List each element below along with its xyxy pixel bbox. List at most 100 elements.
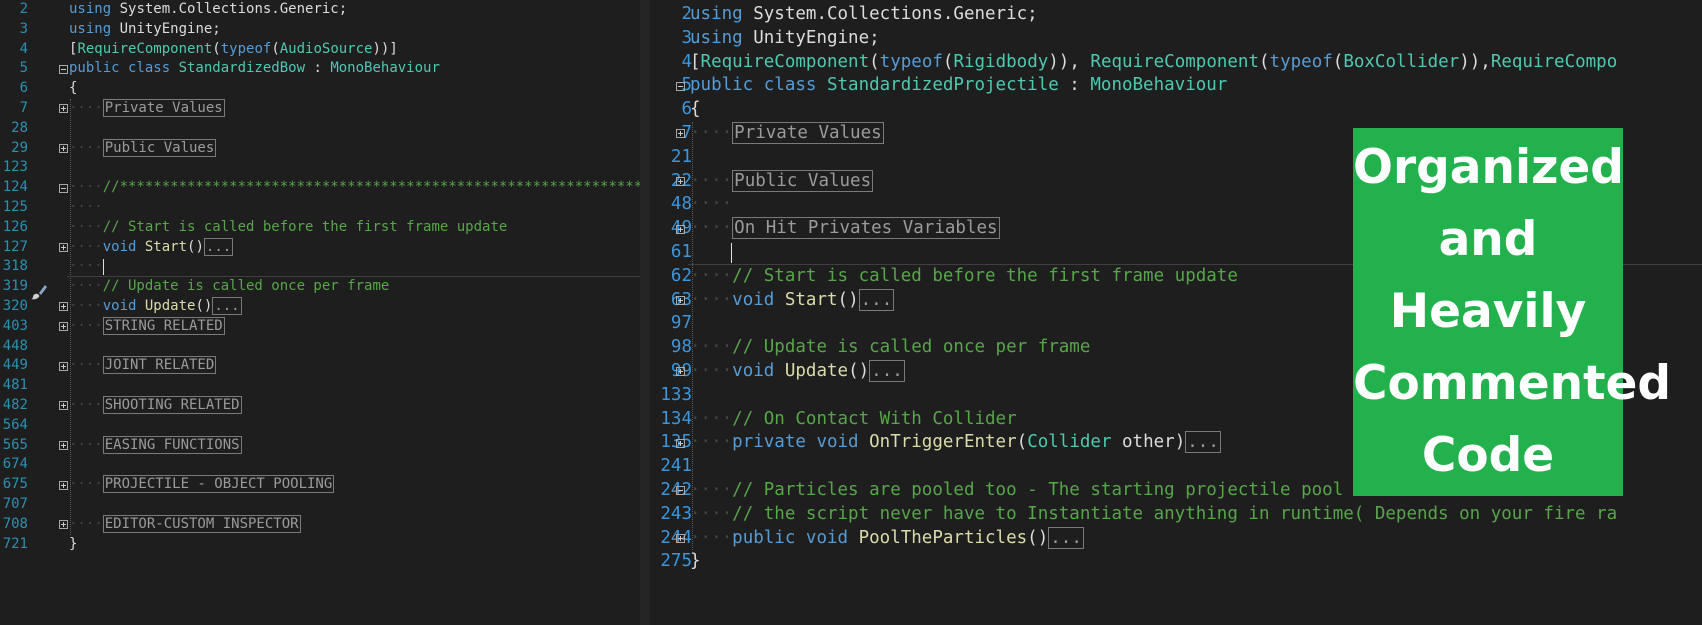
collapsed-region[interactable]: EASING FUNCTIONS (102, 435, 242, 454)
code-text[interactable]: ····//**********************************… (69, 178, 640, 198)
code-line[interactable]: 320 ····void Update()... (0, 297, 640, 317)
collapsed-region[interactable]: JOINT RELATED (102, 356, 217, 375)
code-line[interactable]: 4 [RequireComponent(typeof(Rigidbody)), R… (650, 51, 1702, 75)
code-line[interactable]: 3 using UnityEngine; (0, 20, 640, 40)
code-text[interactable]: ···· Public Values (690, 169, 874, 194)
code-text[interactable]: ···· (690, 193, 732, 217)
code-text[interactable]: using System.Collections.Generic; (690, 3, 1038, 27)
code-line[interactable]: 7 ···· Private Values (0, 99, 640, 119)
code-text[interactable]: public class StandardizedProjectile : Mo… (690, 74, 1227, 98)
code-line[interactable]: 6{ (0, 79, 640, 99)
code-text[interactable]: ···· (69, 257, 103, 277)
expand-outline-icon[interactable] (59, 480, 68, 490)
code-text[interactable]: { (690, 98, 701, 122)
code-line[interactable]: 708 ···· EDITOR-CUSTOM INSPECTOR (0, 514, 640, 535)
code-line[interactable]: 125 ···· (0, 198, 640, 218)
expand-outline-icon[interactable] (676, 533, 685, 543)
collapsed-region[interactable]: Public Values (732, 169, 874, 192)
code-text[interactable]: } (690, 550, 701, 574)
code-text[interactable]: ····void Update()... (690, 360, 905, 384)
code-text[interactable]: ···· EDITOR-CUSTOM INSPECTOR (69, 514, 301, 535)
expand-outline-icon[interactable] (676, 367, 685, 377)
collapsed-body-ellipsis[interactable]: ... (858, 288, 895, 311)
code-text[interactable]: ····// On Contact With Collider (690, 408, 1017, 432)
expand-outline-icon[interactable] (59, 143, 68, 153)
expand-outline-icon[interactable] (676, 176, 685, 186)
code-line[interactable]: 403 ···· STRING RELATED (0, 316, 640, 337)
expand-outline-icon[interactable] (59, 440, 68, 450)
code-text[interactable]: using UnityEngine; (690, 27, 880, 51)
code-text[interactable]: ····void Start()... (69, 237, 234, 258)
collapsed-body-ellipsis[interactable]: ... (212, 297, 242, 315)
code-line[interactable]: 4 [RequireComponent(typeof(AudioSource))] (0, 40, 640, 60)
code-text[interactable]: ···· PROJECTILE - OBJECT POOLING (69, 475, 335, 495)
left-code-editor[interactable]: 2 using System.Collections.Generic; 3 using… (0, 0, 640, 625)
code-text[interactable]: ····// Update is called once per frame (690, 336, 1090, 360)
code-line[interactable]: 2 using System.Collections.Generic; (0, 0, 640, 20)
code-line[interactable]: 126 ····// Start is called before the fir… (0, 218, 640, 238)
code-line[interactable]: 5 public class StandardizedProjectile : M… (650, 74, 1702, 98)
code-text[interactable]: ····void Start()... (690, 288, 895, 313)
code-text[interactable]: ···· (69, 198, 103, 218)
code-line[interactable]: 674 (0, 455, 640, 475)
code-line[interactable]: 29 ···· Public Values (0, 138, 640, 159)
expand-outline-icon[interactable] (59, 242, 68, 252)
code-text[interactable]: ····// Start is called before the first … (69, 218, 507, 238)
code-text[interactable]: public class StandardizedBow : MonoBehav… (69, 59, 440, 79)
collapsed-region[interactable]: Private Values (102, 99, 225, 117)
expand-outline-icon[interactable] (59, 520, 68, 530)
expand-outline-icon[interactable] (676, 438, 685, 448)
code-text[interactable]: ···· SHOOTING RELATED (69, 396, 242, 416)
code-line[interactable]: 28 (0, 119, 640, 139)
code-text[interactable]: ···· Private Values (690, 122, 884, 146)
code-line[interactable]: 243 ····// the script never have to Insta… (650, 503, 1702, 527)
code-line[interactable]: 123 (0, 158, 640, 178)
code-line[interactable]: 6{ (650, 98, 1702, 122)
expand-outline-icon[interactable] (59, 361, 68, 371)
code-line[interactable]: 275} (650, 550, 1702, 574)
code-line[interactable]: 5 public class StandardizedBow : MonoBeha… (0, 59, 640, 79)
code-text[interactable]: ···· STRING RELATED (69, 316, 225, 337)
code-text[interactable]: ····private void OnTriggerEnter(Collider… (690, 431, 1221, 455)
collapsed-region[interactable]: EDITOR-CUSTOM INSPECTOR (102, 514, 301, 533)
code-text[interactable]: ····// Update is called once per frame (69, 277, 389, 297)
code-text[interactable]: ···· JOINT RELATED (69, 356, 217, 376)
code-line[interactable]: 318 ···· (0, 257, 640, 277)
code-line[interactable]: 564 (0, 416, 640, 436)
code-text[interactable]: ····void Update()... (69, 297, 242, 317)
collapse-outline-icon[interactable] (676, 486, 685, 496)
code-line[interactable]: 721} (0, 535, 640, 555)
code-line[interactable]: 449 ···· JOINT RELATED (0, 356, 640, 376)
expand-outline-icon[interactable] (59, 322, 68, 332)
collapsed-region[interactable]: On Hit Privates Variables (732, 217, 1000, 240)
code-line[interactable]: 2 using System.Collections.Generic; (650, 3, 1702, 27)
code-line[interactable]: 448 (0, 337, 640, 357)
expand-outline-icon[interactable] (59, 401, 68, 411)
code-text[interactable]: [RequireComponent(typeof(Rigidbody)), Re… (690, 51, 1617, 75)
code-text[interactable]: ····public void PoolTheParticles()... (690, 526, 1084, 551)
collapsed-body-ellipsis[interactable]: ... (1048, 526, 1084, 549)
code-text[interactable]: ···· Private Values (69, 99, 225, 119)
code-line[interactable]: 127 ····void Start()... (0, 237, 640, 258)
code-line[interactable]: 3 using UnityEngine; (650, 27, 1702, 51)
collapsed-region[interactable]: Private Values (732, 122, 884, 144)
editor-split-divider[interactable] (640, 0, 650, 625)
collapse-outline-icon[interactable] (59, 64, 68, 74)
code-line[interactable]: 481 (0, 376, 640, 396)
collapsed-body-ellipsis[interactable]: ... (203, 237, 234, 256)
code-text[interactable]: { (69, 79, 77, 99)
code-line[interactable]: 319 ····// Update is called once per fram… (0, 277, 640, 297)
expand-outline-icon[interactable] (676, 295, 685, 305)
code-line[interactable]: 124 ····//*******************************… (0, 178, 640, 198)
collapsed-region[interactable]: SHOOTING RELATED (102, 396, 242, 414)
code-text[interactable]: ····// Start is called before the first … (690, 265, 1238, 289)
collapsed-body-ellipsis[interactable]: ... (1185, 431, 1221, 454)
code-line[interactable]: 675 ···· PROJECTILE - OBJECT POOLING (0, 475, 640, 495)
collapse-outline-icon[interactable] (676, 81, 685, 91)
code-text[interactable]: using System.Collections.Generic; (69, 0, 347, 20)
code-text[interactable]: ···· Public Values (69, 138, 217, 159)
paintbrush-icon[interactable] (30, 283, 48, 301)
collapsed-region[interactable]: Public Values (102, 138, 217, 157)
code-text[interactable]: ···· EASING FUNCTIONS (69, 435, 242, 456)
code-text[interactable]: } (69, 535, 77, 555)
